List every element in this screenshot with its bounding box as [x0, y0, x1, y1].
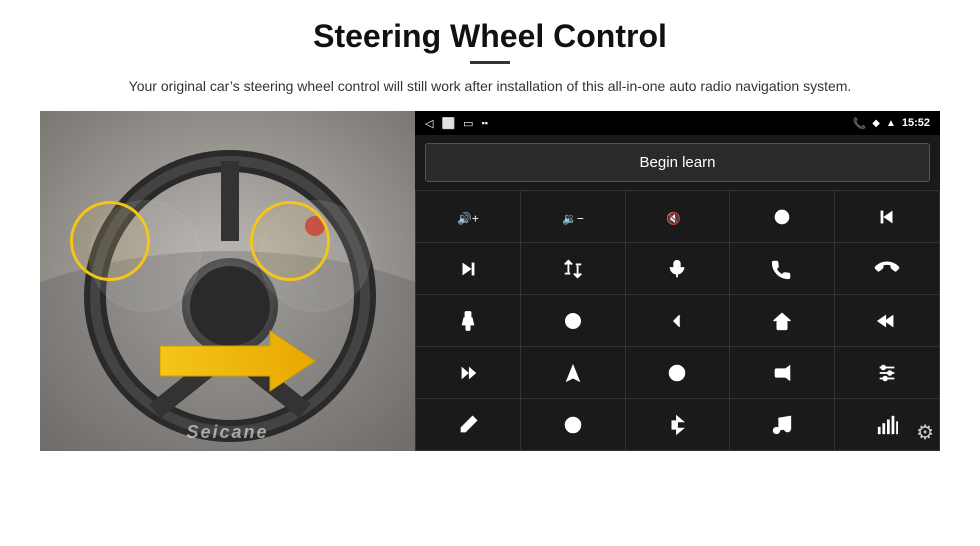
equalizer-button[interactable]	[835, 347, 939, 398]
volume-mute-button[interactable]: 🔇	[626, 191, 730, 242]
signal-bars-icon: ▲	[886, 118, 896, 129]
home-button[interactable]	[730, 295, 834, 346]
arrow-indicator	[160, 326, 320, 396]
svg-text:🔊+: 🔊+	[457, 210, 479, 225]
navigation-button[interactable]	[521, 347, 625, 398]
prev-track-button[interactable]	[835, 191, 939, 242]
controls-grid: 🔊+ 🔉− 🔇	[415, 190, 940, 451]
recent-apps-icon[interactable]: ▭	[463, 117, 473, 130]
title-divider	[470, 61, 510, 64]
steering-background: Seicane	[40, 111, 415, 451]
steering-wheel-svg	[40, 111, 415, 451]
volume-down-button[interactable]: 🔉−	[521, 191, 625, 242]
right-control-circle	[250, 201, 330, 281]
bluetooth-button[interactable]	[626, 399, 730, 450]
power-button[interactable]	[730, 191, 834, 242]
flashlight-button[interactable]	[416, 295, 520, 346]
steering-wheel-photo: Seicane	[40, 111, 415, 451]
begin-learn-button[interactable]: Begin learn	[425, 143, 930, 182]
skip-back-button[interactable]	[835, 295, 939, 346]
back-button[interactable]	[626, 295, 730, 346]
page-title: Steering Wheel Control	[40, 18, 940, 55]
skip-next-button[interactable]	[416, 243, 520, 294]
settings-knob-button[interactable]	[521, 399, 625, 450]
svg-text:🔉−: 🔉−	[562, 211, 584, 225]
begin-learn-area: Begin learn	[415, 135, 940, 190]
phone-answer-button[interactable]	[730, 243, 834, 294]
swap-button[interactable]	[626, 347, 730, 398]
status-bar: ◁ ⬜ ▭ ▪▪ 📞 ◆ ▲ 15:52	[415, 111, 940, 135]
left-control-circle	[70, 201, 150, 281]
volume-up-button[interactable]: 🔊+	[416, 191, 520, 242]
microphone-button[interactable]	[626, 243, 730, 294]
home-nav-icon[interactable]: ⬜	[441, 117, 455, 130]
status-time: 15:52	[902, 117, 930, 129]
phone-signal-icon: 📞	[853, 117, 867, 130]
fast-forward-button[interactable]	[416, 347, 520, 398]
360-view-button[interactable]: 360°	[521, 295, 625, 346]
wifi-icon: ◆	[872, 118, 880, 129]
phone-end-button[interactable]	[835, 243, 939, 294]
notification-icon: ▪▪	[482, 118, 488, 128]
android-panel: ◁ ⬜ ▭ ▪▪ 📞 ◆ ▲ 15:52 Begin learn	[415, 111, 940, 451]
brand-watermark: Seicane	[186, 422, 268, 443]
status-right-area: 📞 ◆ ▲ 15:52	[853, 117, 930, 130]
pen-button[interactable]	[416, 399, 520, 450]
content-area: Seicane ◁ ⬜ ▭ ▪▪ 📞 ◆	[40, 111, 940, 451]
page-subtitle: Your original car’s steering wheel contr…	[40, 76, 940, 97]
record-button[interactable]	[730, 347, 834, 398]
status-left-icons: ◁ ⬜ ▭ ▪▪	[425, 117, 488, 130]
svg-text:🔇: 🔇	[666, 211, 681, 225]
back-nav-icon[interactable]: ◁	[425, 117, 433, 130]
gear-settings-icon[interactable]: ⚙	[916, 420, 934, 445]
svg-text:360°: 360°	[569, 324, 579, 329]
music-button[interactable]	[730, 399, 834, 450]
shuffle-button[interactable]	[521, 243, 625, 294]
